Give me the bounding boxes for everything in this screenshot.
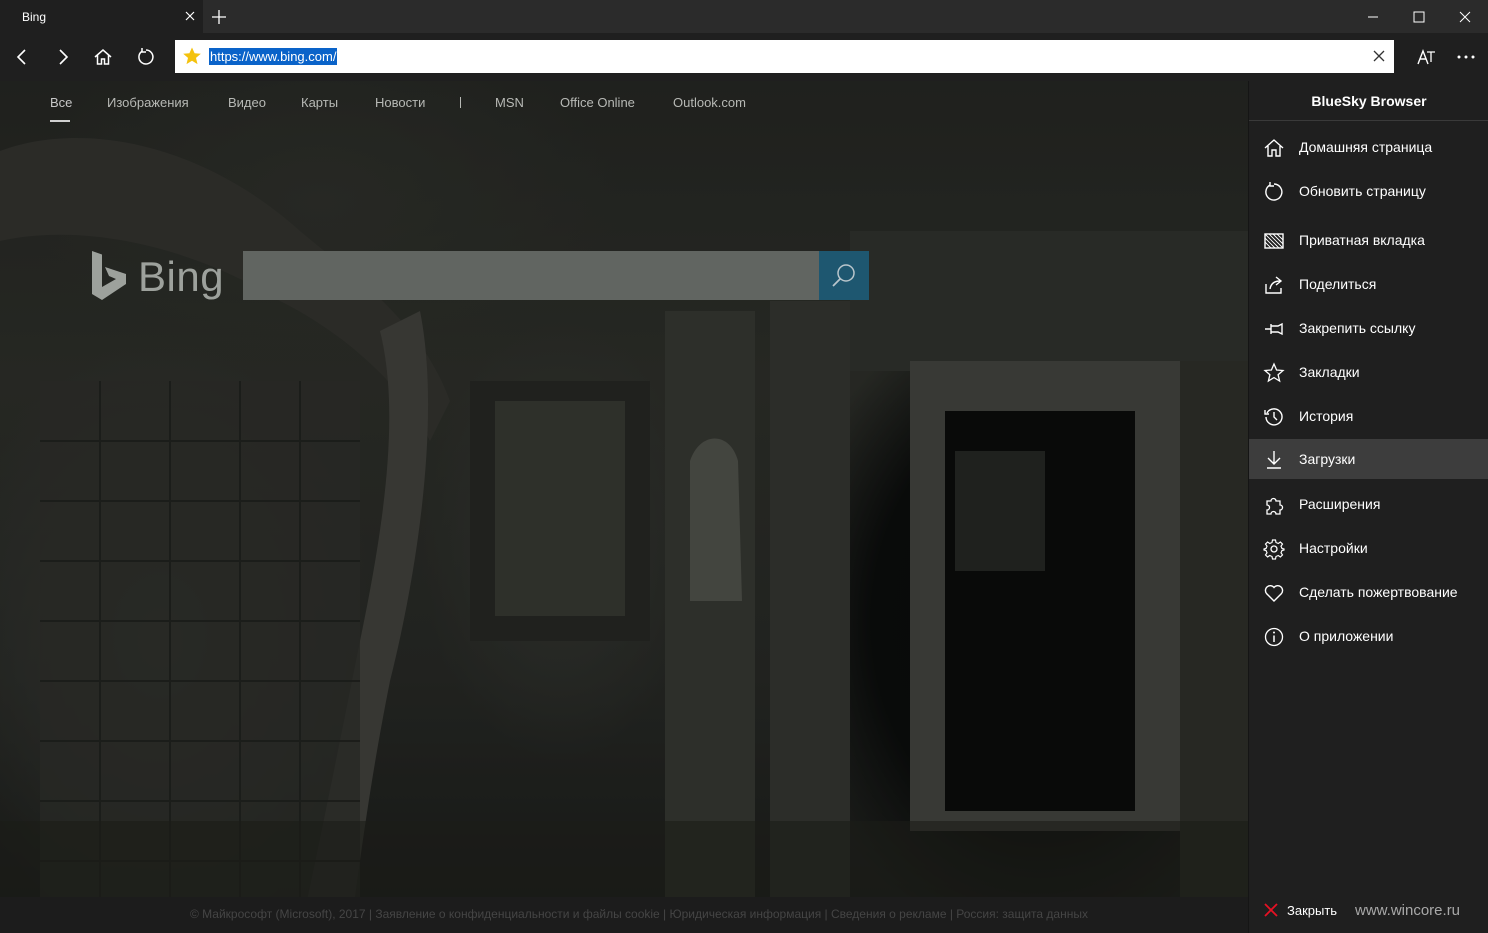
bing-nav-news[interactable]: Новости (375, 95, 425, 110)
navigation-bar: https://www.bing.com/ (0, 33, 1488, 81)
bing-nav-separator (460, 97, 461, 108)
close-label: Закрыть (1287, 903, 1338, 918)
bing-nav-msn[interactable]: MSN (495, 95, 524, 110)
menu-item-label: Закладки (1299, 364, 1360, 380)
bing-nav-video[interactable]: Видео (228, 95, 266, 110)
footer-links[interactable]: © Майкрософт (Microsoft), 2017 | Заявлен… (190, 907, 1088, 921)
menu-item-label: Закрепить ссылку (1299, 320, 1416, 336)
download-icon (1267, 451, 1281, 469)
tab-title: Bing (22, 10, 47, 24)
bing-nav-images[interactable]: Изображения (107, 95, 189, 110)
back-button[interactable] (6, 41, 38, 73)
menu-item-label: Сделать пожертвование (1299, 584, 1458, 600)
home-icon (1264, 139, 1284, 157)
background-photo (0, 81, 1248, 933)
address-bar[interactable]: https://www.bing.com/ (175, 40, 1394, 73)
title-bar: Bing (0, 0, 1488, 33)
menu-item-label: История (1299, 408, 1354, 424)
menu-item-label: Домашняя страница (1299, 139, 1433, 155)
web-page: Все Изображения Видео Карты Новости MSN … (0, 81, 1248, 933)
menu-item-label: Настройки (1299, 540, 1368, 556)
menu-item-label: Загрузки (1299, 451, 1356, 467)
bing-search-input[interactable] (243, 251, 819, 300)
menu-item-about[interactable]: О приложении (1249, 616, 1488, 656)
star-icon (1263, 362, 1285, 383)
minimize-button[interactable] (1350, 0, 1396, 33)
menu-item-label: Расширения (1299, 496, 1381, 512)
window-close-button[interactable] (1442, 0, 1488, 33)
menu-title: BlueSky Browser (1249, 81, 1488, 121)
bing-nav-active-underline (50, 120, 70, 122)
bing-nav-maps[interactable]: Карты (301, 95, 338, 110)
bing-nav-office[interactable]: Office Online (560, 95, 635, 110)
menu-item-label: Поделиться (1299, 276, 1377, 292)
more-dots-icon (1457, 55, 1475, 59)
menu-item-home[interactable]: Домашняя страница (1249, 127, 1488, 167)
menu-item-label: Обновить страницу (1299, 183, 1426, 199)
extension-icon (1266, 497, 1284, 515)
menu-item-bookmarks[interactable]: Закладки (1249, 352, 1488, 392)
menu-close-button[interactable]: Закрыть www.wincore.ru (1249, 889, 1488, 933)
menu-item-extensions[interactable]: Расширения (1249, 484, 1488, 524)
menu-item-settings[interactable]: Настройки (1249, 528, 1488, 568)
back-arrow-icon (16, 49, 26, 65)
menu-item-pin[interactable]: Закрепить ссылку (1249, 308, 1488, 348)
bing-search-button[interactable] (819, 251, 869, 300)
bing-nav-outlook[interactable]: Outlook.com (673, 95, 746, 110)
text-size-icon (1417, 49, 1435, 65)
maximize-button[interactable] (1396, 0, 1442, 33)
menu-item-downloads[interactable]: Загрузки (1249, 439, 1488, 479)
url-text[interactable]: https://www.bing.com/ (209, 48, 338, 65)
share-icon (1265, 276, 1283, 294)
browser-menu-panel: BlueSky Browser Домашняя страница Обнови… (1248, 81, 1488, 933)
private-tab-icon (1264, 233, 1284, 249)
bing-footer: © Майкрософт (Microsoft), 2017 | Заявлен… (0, 897, 1248, 933)
new-tab-icon[interactable] (209, 7, 229, 27)
bing-logo-text: Bing (138, 253, 225, 300)
home-icon (94, 49, 112, 65)
home-button[interactable] (87, 41, 119, 73)
pin-icon (1265, 322, 1283, 336)
reading-view-button[interactable] (1410, 41, 1442, 73)
bing-nav-all[interactable]: Все (50, 95, 72, 110)
forward-arrow-icon (59, 49, 69, 65)
menu-item-label: О приложении (1299, 628, 1394, 644)
bing-logo-icon (92, 251, 126, 300)
gear-icon (1263, 539, 1285, 560)
search-icon (832, 263, 855, 287)
watermark-text: www.wincore.ru (1355, 902, 1461, 919)
forward-button[interactable] (47, 41, 79, 73)
menu-item-label: Приватная вкладка (1299, 232, 1425, 248)
menu-item-refresh[interactable]: Обновить страницу (1249, 171, 1488, 211)
close-icon (1264, 903, 1278, 917)
browser-tab[interactable]: Bing (0, 0, 203, 33)
history-icon (1264, 408, 1283, 426)
menu-item-share[interactable]: Поделиться (1249, 264, 1488, 304)
clear-url-icon[interactable] (1372, 49, 1386, 63)
refresh-button[interactable] (130, 41, 162, 73)
favorite-star-icon[interactable] (182, 46, 202, 66)
menu-item-private-tab[interactable]: Приватная вкладка (1249, 220, 1488, 260)
refresh-icon (138, 48, 154, 65)
menu-item-donate[interactable]: Сделать пожертвование (1249, 572, 1488, 612)
tab-close-icon[interactable] (183, 9, 197, 23)
more-menu-button[interactable] (1450, 41, 1482, 73)
menu-item-history[interactable]: История (1249, 396, 1488, 436)
heart-icon (1264, 585, 1284, 602)
info-icon (1264, 627, 1284, 647)
refresh-icon (1265, 182, 1283, 201)
bing-top-nav: Все Изображения Видео Карты Новости MSN … (0, 81, 1248, 125)
